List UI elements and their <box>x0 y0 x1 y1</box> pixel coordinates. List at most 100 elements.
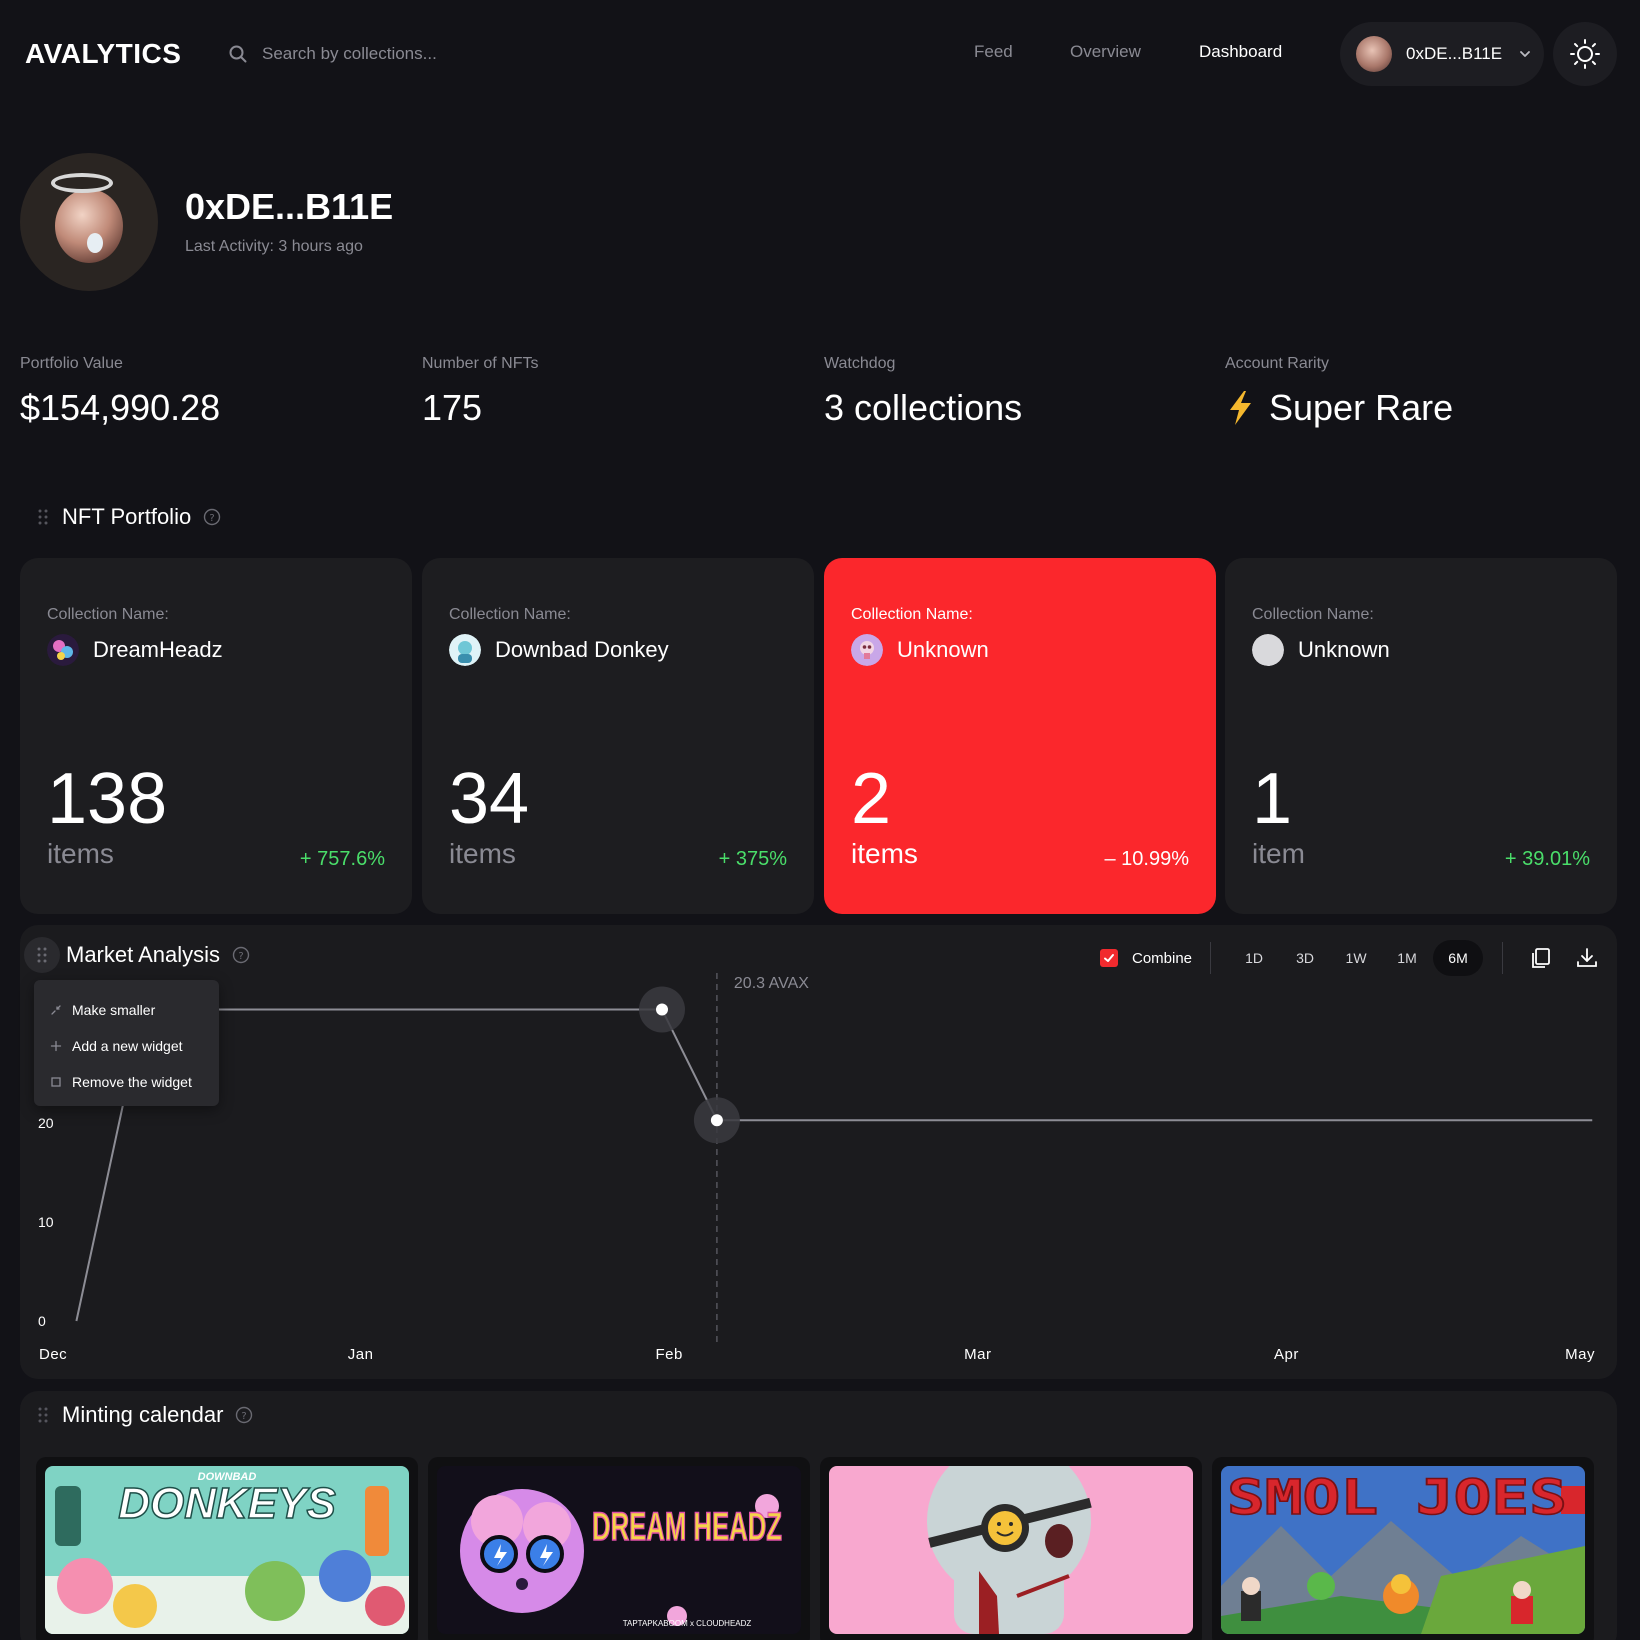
drag-handle-button[interactable] <box>24 937 60 973</box>
change-percent: + 39.01% <box>1504 848 1590 870</box>
mint-card-dreamheadz[interactable]: DREAM HEADZ TAPTAPKABOOM x CLOUDHEADZ <box>428 1457 810 1640</box>
smol-joes-banner-art: SMOL JOES <box>1221 1466 1585 1634</box>
stat-value: $154,990.28 <box>20 387 221 428</box>
collection-name: DreamHeadz <box>93 637 223 662</box>
menu-item-remove-widget[interactable]: Remove the widget <box>50 1064 219 1100</box>
banner-title: SMOL JOES <box>1227 1470 1567 1526</box>
menu-item-label: Add a new widget <box>72 1038 183 1054</box>
sun-icon <box>1570 39 1600 69</box>
app-logo[interactable]: AVALYTICS <box>25 38 181 70</box>
menu-item-make-smaller[interactable]: Make smaller <box>50 992 219 1028</box>
svg-text:?: ? <box>210 513 215 524</box>
help-icon[interactable]: ? <box>235 1406 253 1424</box>
mint-banner-image <box>829 1466 1193 1634</box>
section-title: Market Analysis <box>66 942 221 967</box>
drag-handle-icon[interactable] <box>36 507 50 527</box>
nav-dashboard[interactable]: Dashboard <box>1199 42 1282 62</box>
wallet-avatar <box>1356 36 1392 72</box>
help-icon[interactable]: ? <box>232 946 250 964</box>
combine-checkbox[interactable] <box>1100 949 1118 967</box>
change-percent: – 10.99% <box>1104 848 1189 870</box>
banner-title: DONKEYS <box>118 1479 336 1528</box>
collection-name-label: Collection Name: <box>851 606 973 623</box>
svg-text:?: ? <box>242 1411 247 1422</box>
minting-calendar-header: Minting calendar ? <box>36 1402 253 1428</box>
item-unit: items <box>449 838 516 869</box>
range-6m-button[interactable]: 6M <box>1433 940 1484 976</box>
section-title: Minting calendar <box>62 1402 224 1427</box>
mint-card-smol-joes[interactable]: SMOL JOES <box>1212 1457 1594 1640</box>
menu-item-label: Remove the widget <box>72 1074 192 1090</box>
change-percent: + 757.6% <box>299 848 385 870</box>
widget-context-menu: Make smaller Add a new widget Remove the… <box>34 980 219 1106</box>
collection-name: Unknown <box>1298 637 1390 662</box>
range-1d-button[interactable]: 1D <box>1229 940 1279 976</box>
top-header: AVALYTICS Search by collections... Feed … <box>0 0 1640 108</box>
square-icon <box>51 1077 61 1087</box>
item-count: 1 <box>1252 759 1293 839</box>
search-bar[interactable]: Search by collections... <box>228 38 437 70</box>
divider <box>1210 942 1212 974</box>
menu-item-label: Make smaller <box>72 1002 156 1018</box>
menu-item-add-widget[interactable]: Add a new widget <box>50 1028 219 1064</box>
copy-icon[interactable] <box>1529 946 1553 970</box>
mint-banner-image: DOWNBAD DONKEYS <box>45 1466 409 1634</box>
range-3d-button[interactable]: 3D <box>1280 940 1330 976</box>
collection-name-label: Collection Name: <box>47 606 169 623</box>
change-percent: + 375% <box>718 848 787 870</box>
nft-portfolio-header: NFT Portfolio ? <box>36 504 221 530</box>
drag-handle-icon[interactable] <box>36 1405 50 1425</box>
search-icon <box>229 45 247 63</box>
avatar-drop <box>87 233 103 253</box>
profile-name: 0xDE...B11E <box>185 186 394 227</box>
donkeys-banner-art: DOWNBAD DONKEYS <box>45 1466 409 1634</box>
theme-toggle-button[interactable] <box>1553 22 1617 86</box>
range-1m-button[interactable]: 1M <box>1382 940 1432 976</box>
market-analysis-panel <box>20 925 1617 1379</box>
profile-avatar <box>20 153 158 291</box>
drag-handle-icon <box>37 947 47 963</box>
market-analysis-header: Market Analysis ? <box>24 937 250 973</box>
collection-avatar-icon <box>851 634 883 666</box>
collection-card[interactable]: Collection Name: Unknown 1 item + 39.01% <box>1225 558 1617 914</box>
collection-card[interactable]: Collection Name: DreamHeadz 138 items + … <box>20 558 412 914</box>
svg-text:?: ? <box>238 951 243 962</box>
wallet-address: 0xDE...B11E <box>1406 44 1503 63</box>
stat-label: Account Rarity <box>1225 355 1330 372</box>
nav-feed[interactable]: Feed <box>974 42 1013 62</box>
mint-banner-image: DREAM HEADZ TAPTAPKABOOM x CLOUDHEADZ <box>437 1466 801 1634</box>
collection-card[interactable]: Collection Name: Unknown 2 items – 10.99… <box>824 558 1216 914</box>
help-icon[interactable]: ? <box>203 508 221 526</box>
placeholder-avatar-icon <box>1252 634 1284 666</box>
collection-card[interactable]: Collection Name: Downbad Donkey 34 items… <box>422 558 814 914</box>
stat-watchdog: Watchdog 3 collections <box>824 355 1022 429</box>
chart-controls: Combine 1D 3D 1W 1M 6M <box>1100 940 1599 976</box>
nav-overview[interactable]: Overview <box>1070 42 1141 62</box>
item-unit: items <box>851 838 918 869</box>
collection-name: Unknown <box>897 637 989 662</box>
plus-icon <box>50 1040 62 1052</box>
range-1w-button[interactable]: 1W <box>1331 940 1381 976</box>
combine-label: Combine <box>1132 949 1193 967</box>
avatar-orb <box>51 173 123 263</box>
collection-avatar-icon <box>47 634 79 666</box>
item-unit: item <box>1252 838 1305 869</box>
search-input[interactable]: Search by collections... <box>262 44 437 64</box>
mint-card-donkeys[interactable]: DOWNBAD DONKEYS <box>36 1457 418 1640</box>
last-activity: Last Activity: 3 hours ago <box>185 238 363 255</box>
mint-card-skull[interactable] <box>820 1457 1202 1640</box>
stat-label: Number of NFTs <box>422 355 539 372</box>
stat-value: Super Rare <box>1269 387 1454 428</box>
shrink-icon <box>51 1005 61 1015</box>
download-icon[interactable] <box>1575 946 1599 970</box>
avatar-halo <box>51 173 113 193</box>
collection-name: Downbad Donkey <box>495 637 669 662</box>
banner-subtext: TAPTAPKABOOM x CLOUDHEADZ <box>623 1619 752 1628</box>
wallet-dropdown[interactable]: 0xDE...B11E <box>1340 22 1544 86</box>
collection-name-label: Collection Name: <box>1252 606 1374 623</box>
collection-avatar-icon <box>449 634 481 666</box>
item-unit: items <box>47 838 114 869</box>
item-count: 138 <box>47 759 168 839</box>
banner-title: DREAM HEADZ <box>592 1505 782 1549</box>
stat-label: Portfolio Value <box>20 355 123 372</box>
